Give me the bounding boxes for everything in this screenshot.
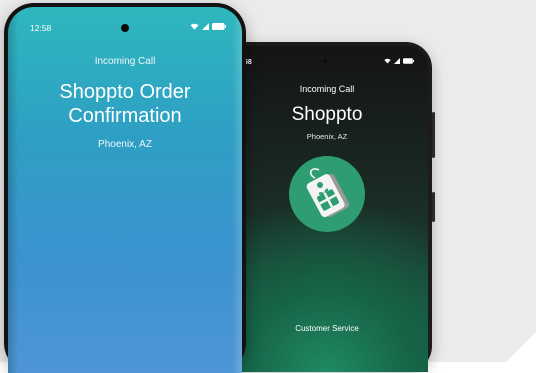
signal-icon [202, 23, 209, 30]
status-icons [190, 23, 226, 30]
background-corner [506, 332, 536, 362]
caller-name: Shoppto [291, 104, 363, 125]
back-phone-screen: 58 Incoming Call Shoppto Phoenix, AZ Cus… [226, 46, 428, 372]
status-time: 12:58 [30, 23, 52, 33]
caller-location: Phoenix, AZ [98, 139, 152, 150]
caller-logo [289, 156, 365, 232]
incoming-call-label: Incoming Call [299, 84, 355, 94]
wifi-icon [384, 58, 391, 64]
battery-icon [403, 58, 414, 64]
department-label: Customer Service [295, 324, 359, 333]
caller-location: Phoenix, AZ [306, 132, 348, 141]
volume-button [432, 112, 435, 158]
front-phone-screen: 12:58 Incoming Call Shoppto Order Confir… [8, 7, 242, 373]
caller-name-line-2: Confirmation [68, 105, 182, 127]
back-phone: 58 Incoming Call Shoppto Phoenix, AZ Cus… [222, 42, 435, 372]
front-camera [323, 59, 327, 63]
caller-name-line-1: Shoppto Order [59, 81, 191, 103]
caller-name: Shoppto Order Confirmation [8, 80, 242, 128]
front-phone: 12:58 Incoming Call Shoppto Order Confir… [4, 3, 246, 373]
shopping-tag-logo-icon [306, 168, 350, 218]
incoming-call-label: Incoming Call [94, 56, 156, 67]
battery-icon [212, 23, 226, 30]
status-icons [384, 58, 414, 64]
wifi-icon [190, 23, 199, 30]
power-button [432, 192, 435, 222]
signal-icon [394, 58, 400, 64]
front-camera [121, 24, 129, 32]
